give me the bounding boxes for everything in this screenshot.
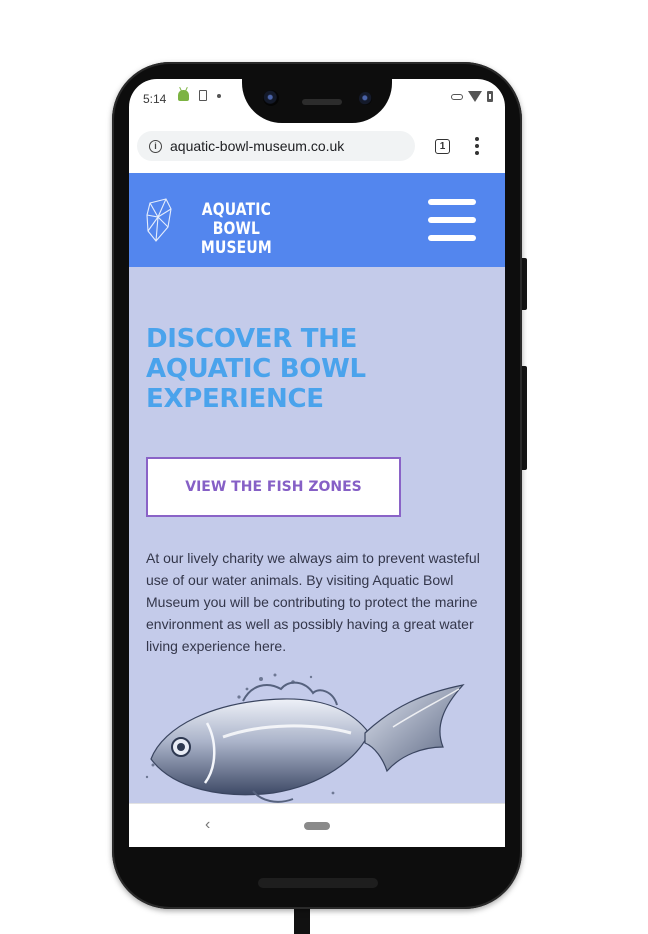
- hero-title-line: AQUATIC BOWL: [146, 354, 366, 384]
- notification-icons: [178, 90, 221, 101]
- menu-dot-icon: [475, 137, 479, 141]
- view-fish-zones-button[interactable]: VIEW THE FISH ZONES: [146, 457, 401, 517]
- android-navigation-bar: ‹: [129, 803, 505, 847]
- download-icon: [199, 90, 207, 101]
- logo-icon[interactable]: [146, 197, 172, 243]
- vpn-key-icon: [451, 93, 463, 100]
- tab-switcher-button[interactable]: 1: [435, 139, 450, 154]
- hero-section: DISCOVER THE AQUATIC BOWL EXPERIENCE VIE…: [129, 267, 505, 803]
- front-camera-left: [263, 90, 279, 106]
- hamburger-bar: [428, 235, 476, 241]
- site-header: AQUATIC BOWL MUSEUM: [129, 173, 505, 267]
- info-icon[interactable]: i: [149, 139, 162, 153]
- front-camera-right: [359, 92, 372, 105]
- display-notch: [242, 79, 392, 123]
- hero-title: DISCOVER THE AQUATIC BOWL EXPERIENCE: [146, 324, 476, 414]
- hero-title-line: EXPERIENCE: [146, 384, 324, 414]
- menu-dot-icon: [475, 151, 479, 155]
- status-time: 5:14: [143, 92, 167, 106]
- home-pill-icon[interactable]: [304, 822, 330, 830]
- logo-line-1: AQUATIC BOWL: [201, 200, 272, 239]
- hero-title-line: DISCOVER THE: [146, 324, 358, 354]
- back-icon[interactable]: ‹: [205, 816, 210, 834]
- hamburger-bar: [428, 217, 476, 223]
- bottom-speaker: [258, 878, 378, 888]
- url-text[interactable]: aquatic-bowl-museum.co.uk: [170, 138, 344, 154]
- intro-paragraph: At our lively charity we always aim to p…: [146, 550, 480, 654]
- dot-icon: [217, 93, 221, 98]
- address-bar[interactable]: i aquatic-bowl-museum.co.uk: [137, 131, 415, 161]
- phone-screen: 5:14 i aquatic-bowl-museum.co.uk 1 AQUAT…: [129, 79, 505, 847]
- hamburger-menu-button[interactable]: [428, 199, 476, 241]
- water-fish-image: [145, 673, 465, 803]
- system-icons: [451, 91, 493, 102]
- browser-toolbar: i aquatic-bowl-museum.co.uk 1: [129, 119, 505, 173]
- site-logo[interactable]: AQUATIC BOWL MUSEUM: [179, 201, 294, 258]
- logo-line-2: MUSEUM: [200, 238, 272, 258]
- android-icon: [178, 90, 189, 101]
- browser-menu-button[interactable]: [475, 137, 479, 155]
- menu-dot-icon: [475, 144, 479, 148]
- hamburger-bar: [428, 199, 476, 205]
- usb-cable: [294, 906, 310, 934]
- wifi-icon: [468, 91, 482, 102]
- battery-icon: [487, 91, 493, 102]
- earpiece: [302, 99, 342, 105]
